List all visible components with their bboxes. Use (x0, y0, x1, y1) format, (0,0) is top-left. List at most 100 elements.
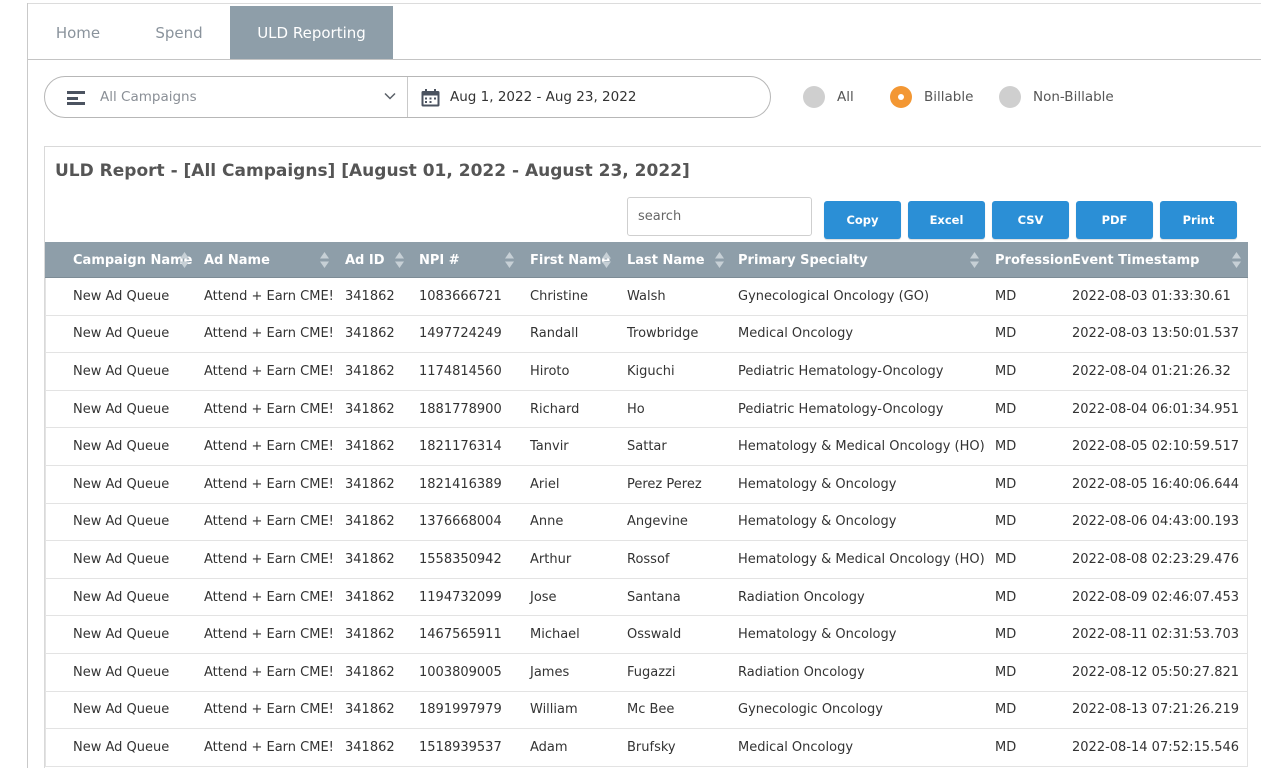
table-row[interactable]: New Ad Queue Attend + Earn CME! 341862 1891… (45, 691, 1248, 730)
cell-event-timestamp: 2022-08-12 05:50:27.821 (1072, 664, 1240, 680)
cell-primary-specialty: Pediatric Hematology-Oncology (738, 401, 944, 417)
column-header-npi[interactable]: NPI # (419, 242, 460, 278)
radio-all[interactable]: All (803, 86, 854, 108)
cell-ad-id: 341862 (345, 476, 395, 492)
cell-profession: MD (995, 739, 1017, 755)
print-button[interactable]: Print (1160, 201, 1237, 239)
pdf-button[interactable]: PDF (1076, 201, 1153, 239)
column-header-last-name[interactable]: Last Name (627, 242, 705, 278)
cell-campaign-name: New Ad Queue (73, 739, 170, 755)
radio-all-circle[interactable] (803, 86, 825, 108)
cell-ad-name: Attend + Earn CME! (204, 476, 334, 492)
search-input[interactable] (627, 197, 812, 236)
cell-ad-id: 341862 (345, 589, 395, 605)
table-row[interactable]: New Ad Queue Attend + Earn CME! 341862 1194… (45, 578, 1248, 617)
cell-ad-name: Attend + Earn CME! (204, 664, 334, 680)
cell-ad-name: Attend + Earn CME! (204, 401, 334, 417)
table-row[interactable]: New Ad Queue Attend + Earn CME! 341862 1821… (45, 428, 1248, 466)
cell-first-name: Arthur (530, 551, 572, 567)
copy-button[interactable]: Copy (824, 201, 901, 239)
cell-first-name: Anne (530, 514, 564, 530)
csv-button[interactable]: CSV (992, 201, 1069, 239)
cell-event-timestamp: 2022-08-05 16:40:06.644 (1072, 476, 1240, 492)
excel-button[interactable]: Excel (908, 201, 985, 239)
table-body: New Ad Queue Attend + Earn CME! 341862 1083… (45, 278, 1248, 767)
column-header-campaign-name[interactable]: Campaign Name (73, 242, 193, 278)
cell-npi: 1821416389 (419, 476, 502, 492)
column-header-profession[interactable]: Profession (995, 242, 1072, 278)
radio-all-label: All (837, 89, 854, 105)
column-header-first-name[interactable]: First Name (530, 242, 610, 278)
tab-spend[interactable]: Spend (128, 6, 230, 59)
table-row[interactable]: New Ad Queue Attend + Earn CME! 341862 1497… (45, 315, 1248, 354)
cell-primary-specialty: Gynecological Oncology (GO) (738, 288, 930, 304)
radio-non-billable-circle[interactable] (999, 86, 1021, 108)
cell-npi: 1881778900 (419, 401, 502, 417)
cell-campaign-name: New Ad Queue (73, 589, 170, 605)
table-row[interactable]: New Ad Queue Attend + Earn CME! 341862 1003… (45, 653, 1248, 692)
column-header-ad-name[interactable]: Ad Name (204, 242, 270, 278)
cell-event-timestamp: 2022-08-03 13:50:01.537 (1072, 326, 1240, 342)
cell-campaign-name: New Ad Queue (73, 439, 170, 455)
sort-icon[interactable] (395, 252, 404, 268)
cell-ad-name: Attend + Earn CME! (204, 326, 334, 342)
cell-campaign-name: New Ad Queue (73, 476, 170, 492)
left-border (27, 3, 28, 768)
table-row[interactable]: New Ad Queue Attend + Earn CME! 341862 1376… (45, 503, 1248, 542)
sort-icon[interactable] (970, 252, 979, 268)
cell-profession: MD (995, 627, 1017, 643)
column-header-event-timestamp[interactable]: Event Timestamp (1072, 242, 1199, 278)
cell-last-name: Angevine (627, 514, 688, 530)
cell-campaign-name: New Ad Queue (73, 514, 170, 530)
cell-primary-specialty: Radiation Oncology (738, 664, 865, 680)
sort-icon[interactable] (602, 252, 611, 268)
cell-last-name: Rossof (627, 551, 670, 567)
cell-event-timestamp: 2022-08-09 02:46:07.453 (1072, 589, 1240, 605)
date-range-value: Aug 1, 2022 - Aug 23, 2022 (450, 89, 637, 105)
cell-ad-name: Attend + Earn CME! (204, 288, 334, 304)
table-row[interactable]: New Ad Queue Attend + Earn CME! 341862 1174… (45, 353, 1248, 391)
cell-ad-id: 341862 (345, 363, 395, 379)
cell-campaign-name: New Ad Queue (73, 664, 170, 680)
cell-first-name: James (530, 664, 570, 680)
table-row[interactable]: New Ad Queue Attend + Earn CME! 341862 1558… (45, 541, 1248, 579)
cell-primary-specialty: Hematology & Oncology (738, 476, 897, 492)
cell-campaign-name: New Ad Queue (73, 551, 170, 567)
cell-npi: 1891997979 (419, 702, 502, 718)
cell-campaign-name: New Ad Queue (73, 627, 170, 643)
campaign-select-value: All Campaigns (100, 89, 197, 105)
radio-billable-label: Billable (924, 89, 974, 105)
cell-profession: MD (995, 363, 1017, 379)
sort-icon[interactable] (320, 252, 329, 268)
radio-non-billable[interactable]: Non-Billable (999, 86, 1114, 108)
sort-icon[interactable] (180, 252, 189, 268)
column-header-ad-id[interactable]: Ad ID (345, 242, 385, 278)
table-row[interactable]: New Ad Queue Attend + Earn CME! 341862 1467… (45, 616, 1248, 654)
cell-npi: 1821176314 (419, 439, 502, 455)
cell-first-name: William (530, 702, 578, 718)
table-row[interactable]: New Ad Queue Attend + Earn CME! 341862 1518… (45, 729, 1248, 767)
radio-billable[interactable]: Billable (890, 86, 973, 108)
cell-last-name: Perez Perez (627, 476, 702, 492)
sort-icon[interactable] (715, 252, 724, 268)
cell-ad-id: 341862 (345, 664, 395, 680)
tab-uld-reporting[interactable]: ULD Reporting (230, 6, 393, 59)
cell-ad-name: Attend + Earn CME! (204, 702, 334, 718)
cell-profession: MD (995, 476, 1017, 492)
tab-home[interactable]: Home (28, 6, 128, 59)
date-range-picker[interactable]: Aug 1, 2022 - Aug 23, 2022 (408, 77, 770, 117)
table-row[interactable]: New Ad Queue Attend + Earn CME! 341862 1821… (45, 465, 1248, 504)
campaign-select[interactable]: All Campaigns (45, 77, 408, 117)
report-title: ULD Report - [All Campaigns] [August 01,… (55, 161, 690, 181)
sort-icon[interactable] (505, 252, 514, 268)
cell-primary-specialty: Hematology & Oncology (738, 627, 897, 643)
cell-last-name: Trowbridge (627, 326, 699, 342)
cell-first-name: Richard (530, 401, 580, 417)
table-row[interactable]: New Ad Queue Attend + Earn CME! 341862 1083… (45, 278, 1248, 316)
table-row[interactable]: New Ad Queue Attend + Earn CME! 341862 1881… (45, 390, 1248, 429)
cell-last-name: Santana (627, 589, 681, 605)
cell-first-name: Hiroto (530, 363, 570, 379)
radio-billable-circle[interactable] (890, 86, 912, 108)
column-header-primary-specialty[interactable]: Primary Specialty (738, 242, 868, 278)
sort-icon[interactable] (1232, 252, 1241, 268)
